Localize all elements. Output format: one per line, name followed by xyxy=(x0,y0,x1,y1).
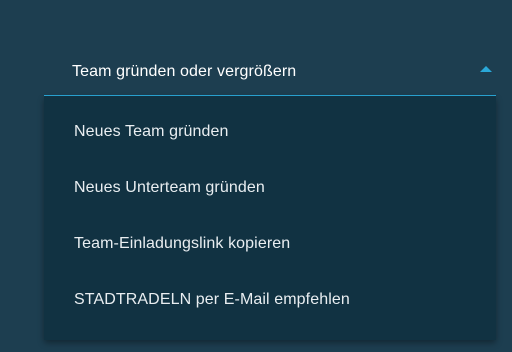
menu-item-label: STADTRADELN per E-Mail empfehlen xyxy=(74,291,350,308)
menu-item-label: Neues Team gründen xyxy=(74,123,229,140)
menu-item-label: Neues Unterteam gründen xyxy=(74,179,265,196)
team-panel: Team gründen oder vergrößern Neues Team … xyxy=(0,0,512,352)
menu-item-new-team[interactable]: Neues Team gründen xyxy=(44,104,496,160)
menu-item-recommend-by-email[interactable]: STADTRADELN per E-Mail empfehlen xyxy=(44,272,496,328)
menu-item-label: Team-Einladungslink kopieren xyxy=(74,235,291,252)
dropdown-label: Team gründen oder vergrößern xyxy=(72,63,297,80)
team-actions-dropdown-toggle[interactable]: Team gründen oder vergrößern xyxy=(44,46,496,96)
caret-up-icon xyxy=(480,60,492,72)
menu-item-copy-invite-link[interactable]: Team-Einladungslink kopieren xyxy=(44,216,496,272)
menu-item-new-subteam[interactable]: Neues Unterteam gründen xyxy=(44,160,496,216)
dropdown-menu: Neues Team gründen Neues Unterteam gründ… xyxy=(44,96,496,340)
